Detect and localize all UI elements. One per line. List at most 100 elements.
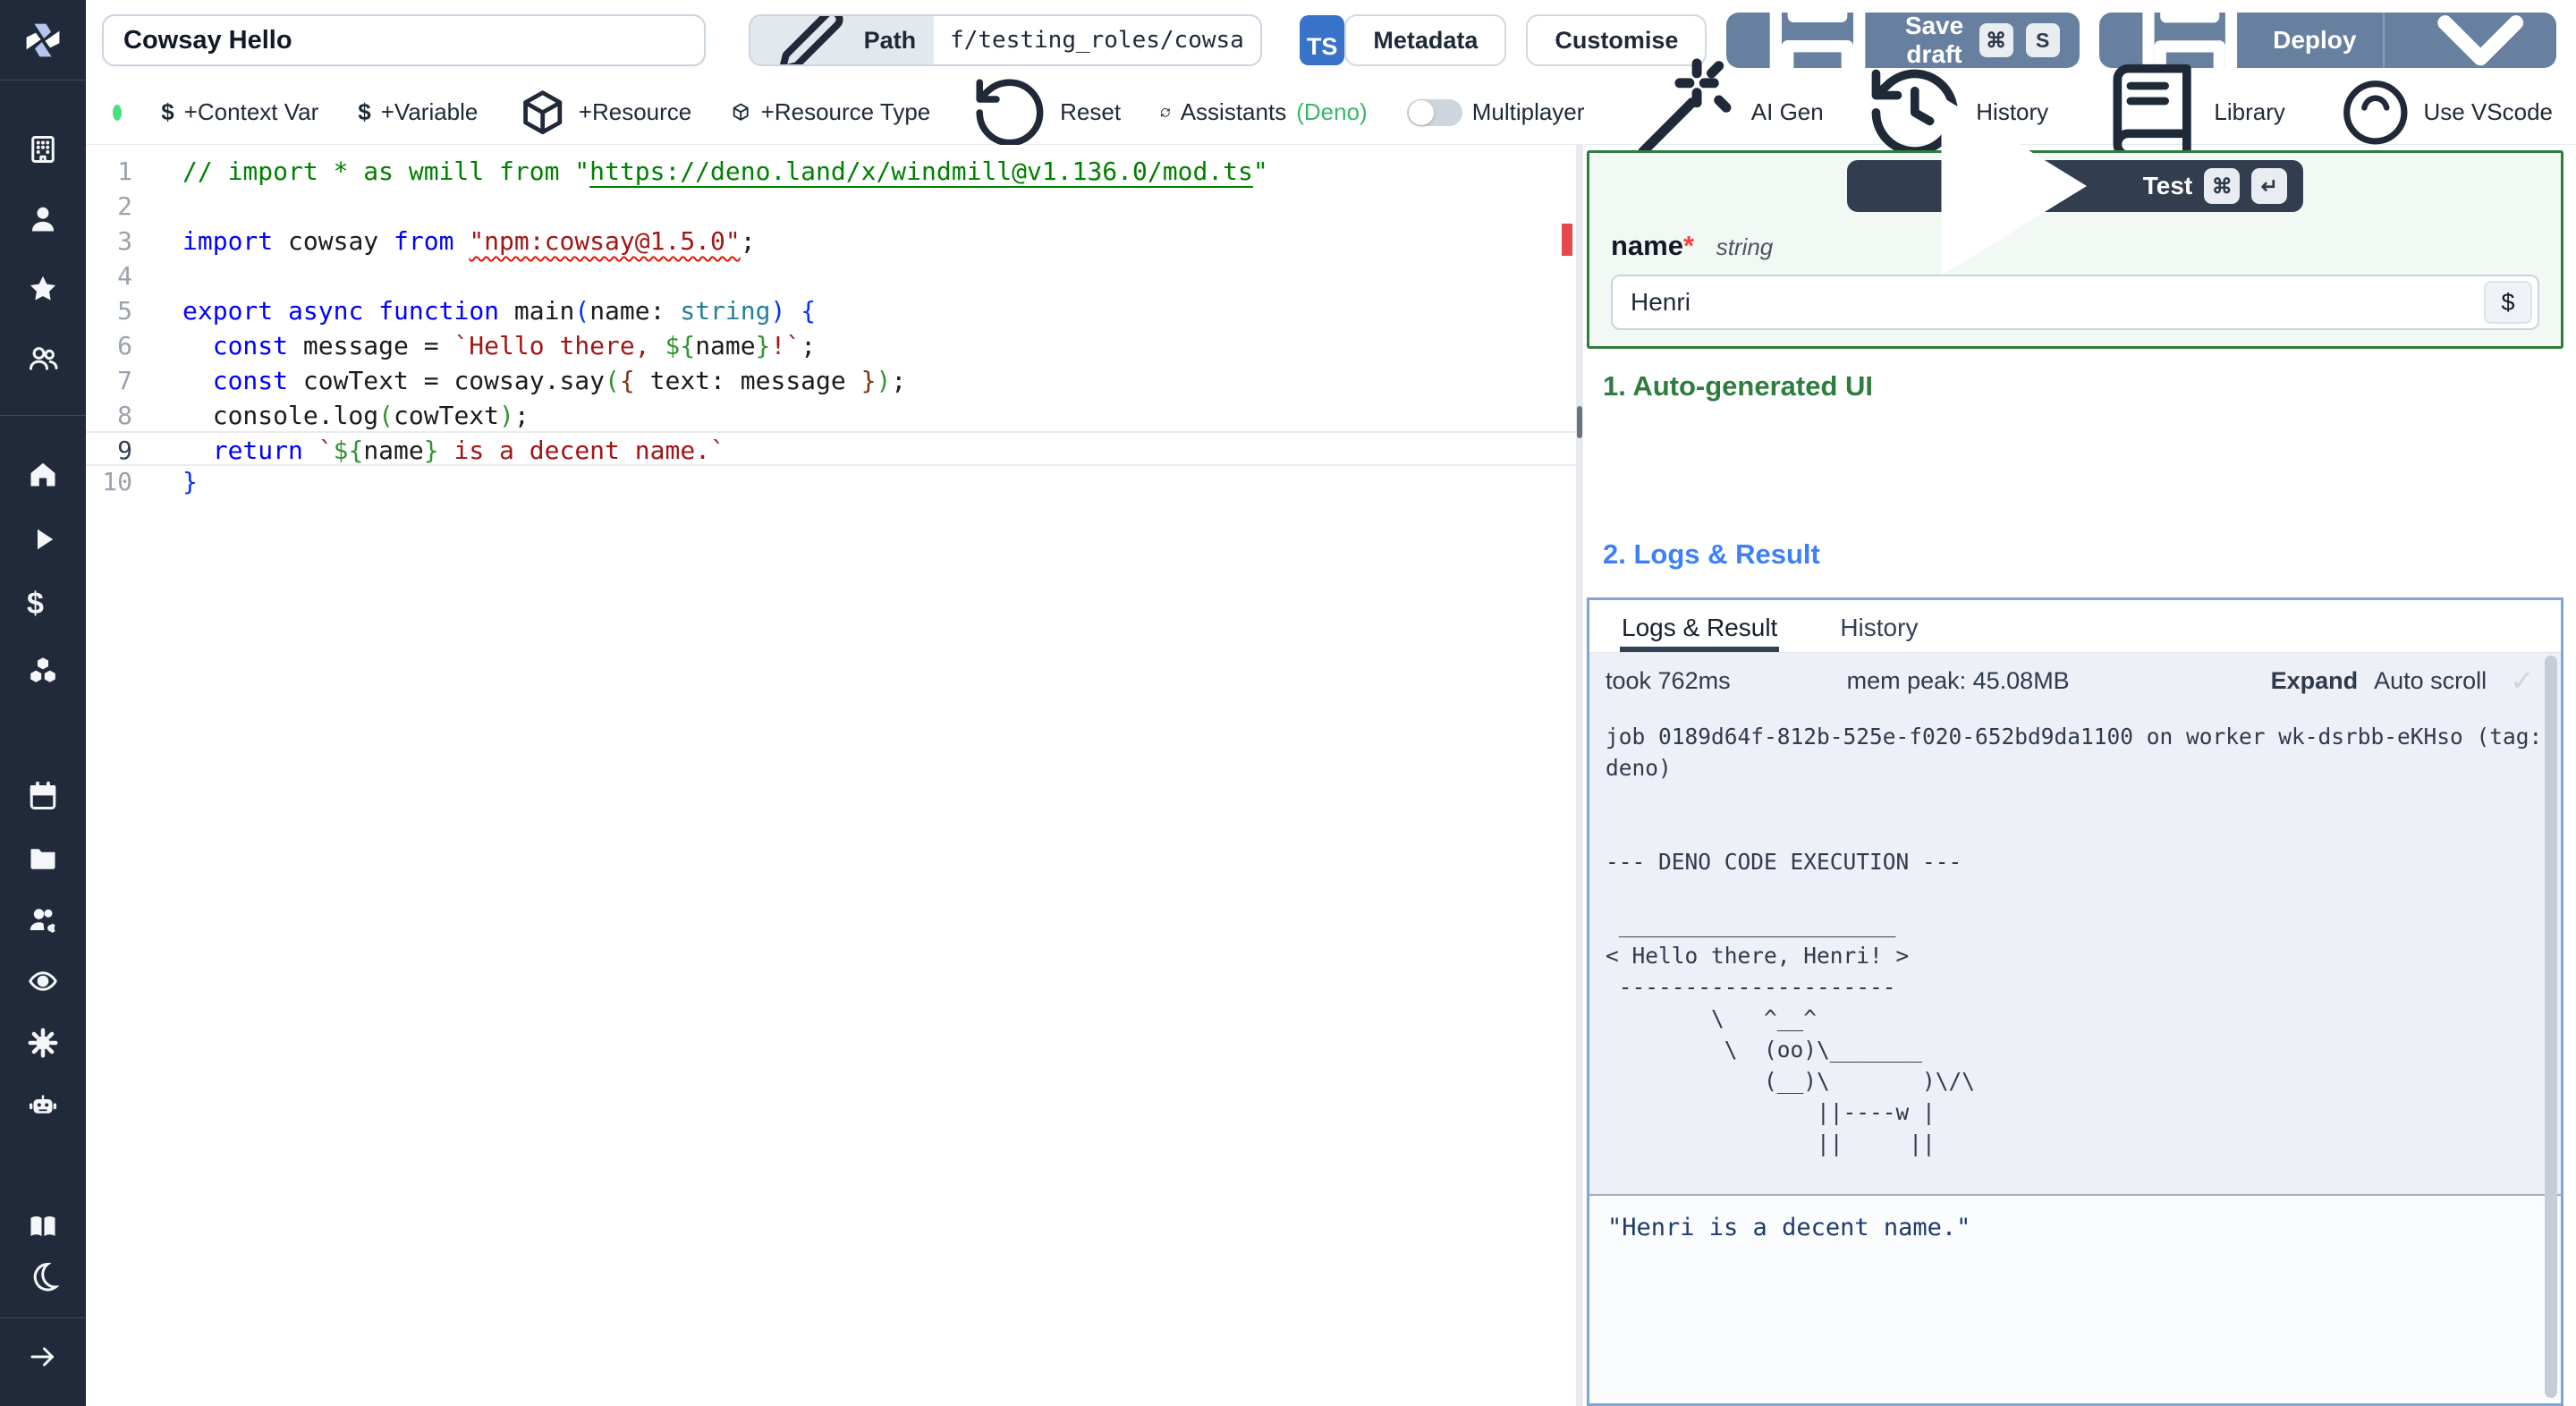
- sidebar-item-folders[interactable]: [0, 826, 86, 888]
- sidebar-item-account[interactable]: [0, 184, 86, 254]
- sidebar-item-favorites[interactable]: [0, 254, 86, 324]
- toolbar-multiplayer: Multiplayer: [1406, 98, 1585, 126]
- line-content: return `${name} is a decent name.`: [212, 436, 725, 465]
- line-number: 1: [117, 157, 132, 186]
- main-column: Path f/testing_roles/cowsa TS Metadata C…: [86, 0, 2576, 1406]
- toolbar-context-var[interactable]: $ +Context Var: [161, 98, 318, 126]
- expand-button[interactable]: Expand: [2271, 667, 2359, 695]
- job-result: "Henri is a decent name.": [1589, 1196, 2561, 1403]
- windmill-logo-icon[interactable]: [0, 0, 86, 80]
- line-content: console.log(cowText);: [182, 401, 530, 430]
- app-root: $ Path f/testing_roles/cowsa TS: [0, 0, 2576, 1406]
- moon-icon: [27, 1260, 59, 1292]
- sidebar-item-audit-logs[interactable]: [0, 950, 86, 1012]
- script-title-input[interactable]: [102, 14, 706, 66]
- toolbar-assistants-deno[interactable]: Assistants (Deno): [1160, 98, 1368, 126]
- vscode-icon: [2337, 74, 2414, 151]
- line-content: import cowsay from "npm:cowsay@1.5.0";: [182, 226, 756, 256]
- code-line-3[interactable]: 3 import cowsay from "npm:cowsay@1.5.0";: [86, 224, 1576, 258]
- code-line-4[interactable]: 4: [86, 258, 1576, 293]
- line-content: }: [182, 467, 198, 496]
- line-content: const message = `Hello there, ${name}!`;: [212, 331, 817, 360]
- toolbar-reset[interactable]: Reset: [970, 72, 1121, 153]
- code-line-1[interactable]: 1 // import * as wmill from "https://deno…: [86, 154, 1576, 189]
- line-number: 2: [117, 191, 132, 221]
- sidebar-item-groups[interactable]: [0, 888, 86, 950]
- metadata-button[interactable]: Metadata: [1344, 14, 1507, 66]
- sidebar-item-settings[interactable]: [0, 1012, 86, 1073]
- tab-logs-result[interactable]: Logs & Result: [1620, 600, 1779, 652]
- panel-resize-handle[interactable]: [1576, 145, 1583, 1406]
- code-line-5[interactable]: 5 export async function main(name: string…: [86, 293, 1576, 328]
- toolbar-variable[interactable]: $ +Variable: [358, 98, 478, 126]
- multiplayer-toggle[interactable]: [1406, 98, 1462, 126]
- sidebar-item-docs[interactable]: [0, 1201, 86, 1251]
- run-stats: took 762ms mem peak: 45.08MB Expand Auto…: [1589, 653, 2561, 708]
- building-icon: [27, 133, 59, 165]
- logs-tabs: Logs & Result History: [1589, 600, 2561, 653]
- sidebar-item-variables[interactable]: $: [0, 572, 86, 637]
- auto-scroll-label[interactable]: Auto scroll: [2374, 667, 2487, 695]
- line-number: 9: [117, 436, 132, 465]
- path-selector[interactable]: Path f/testing_roles/cowsa: [748, 14, 1262, 66]
- toolbar-items: $ +Context Var $ +Variable +Resource +Resourc…: [161, 72, 1368, 153]
- job-logs: job 0189d64f-812b-525e-f020-652bd9da1100…: [1606, 724, 2543, 1156]
- kbd-enter: ↵: [2251, 168, 2288, 204]
- resize-grip[interactable]: [1577, 406, 1582, 438]
- test-button[interactable]: Test ⌘ ↵: [1846, 97, 2304, 275]
- toolbar-label: Use VScode: [2423, 98, 2553, 125]
- logs-scrollbar[interactable]: [2545, 656, 2557, 1398]
- toolbar-label: Assistants: [1180, 98, 1287, 125]
- toolbar-label: +Resource: [578, 98, 692, 125]
- code-line-8[interactable]: 8 console.log(cowText);: [86, 398, 1576, 433]
- line-number: 6: [117, 331, 132, 360]
- typescript-badge: TS: [1299, 15, 1345, 65]
- tab-history[interactable]: History: [1838, 600, 1919, 652]
- insert-variable-button[interactable]: $: [2484, 281, 2532, 324]
- code-line-2[interactable]: 2: [86, 189, 1576, 224]
- code-line-9[interactable]: 9 return `${name} is a decent name.`: [86, 431, 1576, 466]
- error-overview-mark: [1562, 224, 1572, 256]
- dollar-icon: $: [161, 98, 174, 125]
- preview-panel: Test ⌘ ↵ name* string $ 1. Auto-gener: [1583, 97, 2576, 1406]
- multiplayer-label: Multiplayer: [1471, 98, 1585, 125]
- package-icon: [731, 102, 750, 122]
- toolbar-label: +Variable: [380, 98, 479, 125]
- star-icon: [27, 273, 59, 305]
- user-icon: [27, 203, 59, 235]
- section-logs-result: 2. Logs & Result: [1603, 538, 1820, 570]
- sidebar-item-workers[interactable]: [0, 1073, 86, 1135]
- check-icon[interactable]: ✓: [2510, 664, 2534, 698]
- sidebar-item-workspace[interactable]: [0, 114, 86, 184]
- code-editor[interactable]: 1 // import * as wmill from "https://deno…: [86, 145, 1576, 1406]
- dollar-icon: $: [27, 586, 44, 621]
- line-number: 8: [117, 401, 132, 430]
- sidebar-item-resources[interactable]: [0, 637, 86, 702]
- code-line-6[interactable]: 6 const message = `Hello there, ${name}!…: [86, 328, 1576, 363]
- arg-name-input[interactable]: [1611, 275, 2539, 330]
- editor-toolbar: $ +Context Var $ +Variable +Resource +Resourc…: [86, 58, 2576, 160]
- line-number: 4: [117, 261, 132, 291]
- toolbar-label: Library: [2214, 98, 2285, 125]
- calendar-icon: [27, 780, 59, 812]
- sidebar-item-home[interactable]: [0, 441, 86, 506]
- line-number: 3: [117, 226, 132, 256]
- sidebar-item-schedules[interactable]: [0, 765, 86, 826]
- pencil-icon: [768, 16, 853, 64]
- logs-result-container: Logs & Result History took 762ms mem pea…: [1587, 597, 2563, 1406]
- sidebar-item-members[interactable]: [0, 324, 86, 394]
- toolbar-resource-type[interactable]: +Resource Type: [731, 98, 930, 126]
- code-line-10[interactable]: 10}: [86, 464, 1576, 499]
- args-section: Test ⌘ ↵ name* string $: [1587, 97, 2563, 349]
- package-icon: [517, 87, 568, 138]
- users-gear-icon: [27, 903, 59, 936]
- code-line-7[interactable]: 7 const cowText = cowsay.say({ text: mes…: [86, 363, 1576, 398]
- toolbar-use-vscode[interactable]: Use VScode: [2337, 74, 2553, 151]
- sidebar-item-runs[interactable]: [0, 506, 86, 572]
- sidebar-item-dark-mode[interactable]: [0, 1251, 86, 1301]
- toolbar-label-suffix: (Deno): [1296, 98, 1368, 125]
- home-icon: [27, 458, 59, 490]
- sidebar-item-expand[interactable]: [0, 1318, 86, 1395]
- users-icon: [27, 343, 59, 375]
- toolbar-resource[interactable]: +Resource: [517, 87, 691, 138]
